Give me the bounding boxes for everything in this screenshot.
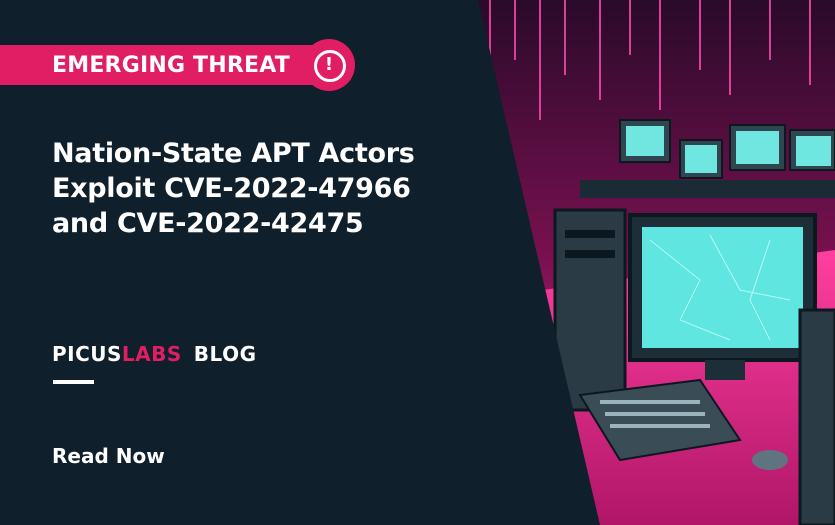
badge-label: EMERGING THREAT (52, 53, 290, 78)
exclamation-circle-icon: ! (303, 39, 355, 91)
exclamation-mark-glyph: ! (324, 54, 334, 75)
hacker-room-illustration (470, 0, 835, 525)
read-now-link[interactable]: Read Now (52, 444, 165, 468)
promo-banner: EMERGING THREAT ! Nation-State APT Actor… (0, 0, 835, 525)
article-title: Nation-State APT Actors Exploit CVE-2022… (52, 136, 492, 241)
picus-labs-blog-logo: PICUS LABS BLOG (52, 342, 257, 366)
logo-blog: BLOG (193, 342, 257, 366)
logo-labs: LABS (121, 342, 182, 366)
title-line-2: Exploit CVE-2022-47966 (52, 173, 411, 204)
title-line-1: Nation-State APT Actors (52, 138, 415, 169)
logo-brand: PICUS (52, 342, 122, 366)
title-line-3: and CVE-2022-42475 (52, 208, 364, 239)
divider-line (53, 380, 94, 384)
emerging-threat-badge: EMERGING THREAT (0, 45, 320, 85)
